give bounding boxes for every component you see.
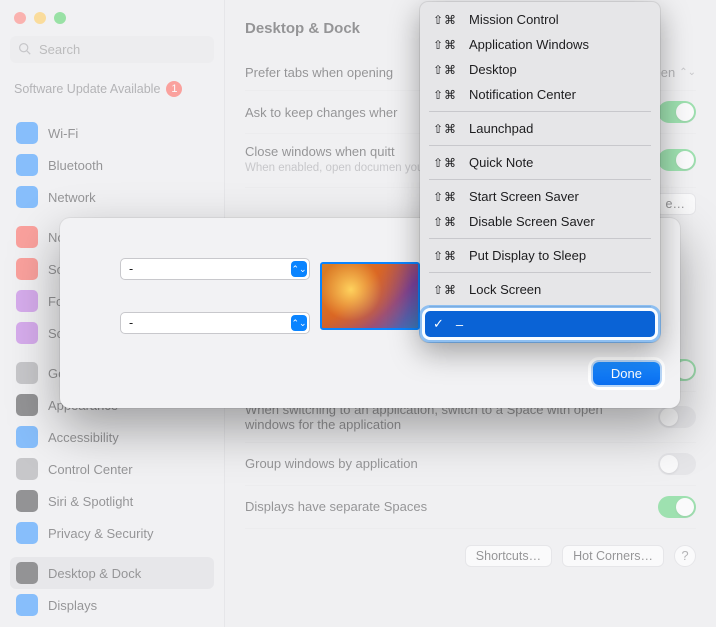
modifier-keys: ⇧⌘ — [433, 88, 461, 102]
bluetooth-icon — [16, 154, 38, 176]
corner-bottom-left-dropdown[interactable]: - ⌃⌄ — [120, 312, 310, 334]
software-update-label: Software Update Available — [14, 82, 160, 96]
titlebar — [10, 8, 214, 34]
sidebar-item-label: Desktop & Dock — [48, 566, 141, 581]
help-button[interactable]: ? — [674, 545, 696, 567]
close-window-button[interactable] — [14, 12, 26, 24]
corner-action-menu: ⇧⌘Mission Control⇧⌘Application Windows⇧⌘… — [420, 2, 660, 342]
sidebar-item-desktop-dock[interactable]: Desktop & Dock — [10, 557, 214, 589]
separate-row: Displays have separate Spaces — [245, 486, 696, 529]
menu-item-notification-center[interactable]: ⇧⌘Notification Center — [425, 82, 655, 107]
group-app-label: Group windows by application — [245, 456, 646, 471]
sidebar-item-accessibility[interactable]: Accessibility — [10, 421, 214, 453]
sidebar-item-displays[interactable]: Displays — [10, 589, 214, 621]
siri-icon — [16, 490, 38, 512]
chevron-updown-icon: ⌃⌄ — [291, 261, 307, 277]
close-quit-toggle[interactable] — [658, 149, 696, 171]
separate-label: Displays have separate Spaces — [245, 499, 646, 514]
sidebar-item-label: Accessibility — [48, 430, 119, 445]
hand-icon — [16, 522, 38, 544]
sidebar-item-label: Siri & Spotlight — [48, 494, 133, 509]
menu-item-quick-note[interactable]: ⇧⌘Quick Note — [425, 150, 655, 175]
group-app-row: Group windows by application — [245, 443, 696, 486]
menu-separator — [429, 145, 651, 146]
wifi-icon — [16, 122, 38, 144]
checkmark-icon: ✓ — [433, 316, 444, 332]
update-badge: 1 — [166, 81, 182, 97]
search-icon — [18, 42, 31, 58]
speaker-icon — [16, 258, 38, 280]
zoom-window-button[interactable] — [54, 12, 66, 24]
moon-icon — [16, 290, 38, 312]
sidebar-item-label: Network — [48, 190, 96, 205]
ask-keep-toggle[interactable] — [658, 101, 696, 123]
switch-app-toggle[interactable] — [658, 406, 696, 428]
chevron-updown-icon: ⌃⌄ — [679, 67, 696, 78]
menu-item-put-display-to-sleep[interactable]: ⇧⌘Put Display to Sleep — [425, 243, 655, 268]
menu-separator — [429, 272, 651, 273]
sidebar-item-label: Wi-Fi — [48, 126, 78, 141]
network-icon — [16, 186, 38, 208]
bell-icon — [16, 226, 38, 248]
done-button[interactable]: Done — [593, 362, 660, 385]
shortcuts-button[interactable]: Shortcuts… — [465, 545, 552, 567]
modifier-keys: ⇧⌘ — [433, 249, 461, 263]
menu-item-start-screen-saver[interactable]: ⇧⌘Start Screen Saver — [425, 184, 655, 209]
truncated-button[interactable]: e… — [655, 193, 696, 215]
modifier-keys: ⇧⌘ — [433, 283, 461, 297]
hotcorners-button[interactable]: Hot Corners… — [562, 545, 664, 567]
menu-item-launchpad[interactable]: ⇧⌘Launchpad — [425, 116, 655, 141]
access-icon — [16, 426, 38, 448]
minimize-window-button[interactable] — [34, 12, 46, 24]
sidebar-item-wi-fi[interactable]: Wi-Fi — [10, 117, 214, 149]
sidebar-item-label: Displays — [48, 598, 97, 613]
chevron-updown-icon: ⌃⌄ — [291, 315, 307, 331]
search-input[interactable] — [37, 41, 206, 58]
menu-separator — [429, 306, 651, 307]
gear-icon — [16, 362, 38, 384]
sidebar-item-network[interactable]: Network — [10, 181, 214, 213]
sidebar-item-label: Privacy & Security — [48, 526, 153, 541]
sidebar-item-privacy-security[interactable]: Privacy & Security — [10, 517, 214, 549]
menu-item-disable-screen-saver[interactable]: ⇧⌘Disable Screen Saver — [425, 209, 655, 234]
modifier-keys: ⇧⌘ — [433, 13, 461, 27]
modifier-keys: ⇧⌘ — [433, 38, 461, 52]
search-field[interactable] — [10, 36, 214, 63]
dock-icon — [16, 562, 38, 584]
appearance-icon — [16, 394, 38, 416]
modifier-keys: ⇧⌘ — [433, 215, 461, 229]
screen-thumbnail — [320, 262, 420, 330]
display-icon — [16, 594, 38, 616]
menu-separator — [429, 179, 651, 180]
menu-item-desktop[interactable]: ⇧⌘Desktop — [425, 57, 655, 82]
modifier-keys: ⇧⌘ — [433, 122, 461, 136]
sidebar-item-siri-spotlight[interactable]: Siri & Spotlight — [10, 485, 214, 517]
menu-separator — [429, 111, 651, 112]
menu-item-none[interactable]: ✓– — [425, 311, 655, 337]
group-app-toggle[interactable] — [658, 453, 696, 475]
modifier-keys: ⇧⌘ — [433, 63, 461, 77]
menu-item-mission-control[interactable]: ⇧⌘Mission Control — [425, 7, 655, 32]
separate-toggle[interactable] — [658, 496, 696, 518]
sidebar-item-control-center[interactable]: Control Center — [10, 453, 214, 485]
sidebar-item-bluetooth[interactable]: Bluetooth — [10, 149, 214, 181]
cc-icon — [16, 458, 38, 480]
menu-item-application-windows[interactable]: ⇧⌘Application Windows — [425, 32, 655, 57]
sidebar-item-label: Bluetooth — [48, 158, 103, 173]
software-update-row[interactable]: Software Update Available 1 — [10, 77, 214, 109]
menu-item-lock-screen[interactable]: ⇧⌘Lock Screen — [425, 277, 655, 302]
timer-icon — [16, 322, 38, 344]
footer-buttons: Shortcuts… Hot Corners… ? — [245, 545, 696, 567]
menu-separator — [429, 238, 651, 239]
modifier-keys: ⇧⌘ — [433, 190, 461, 204]
sidebar-item-label: Control Center — [48, 462, 133, 477]
modifier-keys: ⇧⌘ — [433, 156, 461, 170]
corner-top-left-dropdown[interactable]: - ⌃⌄ — [120, 258, 310, 280]
